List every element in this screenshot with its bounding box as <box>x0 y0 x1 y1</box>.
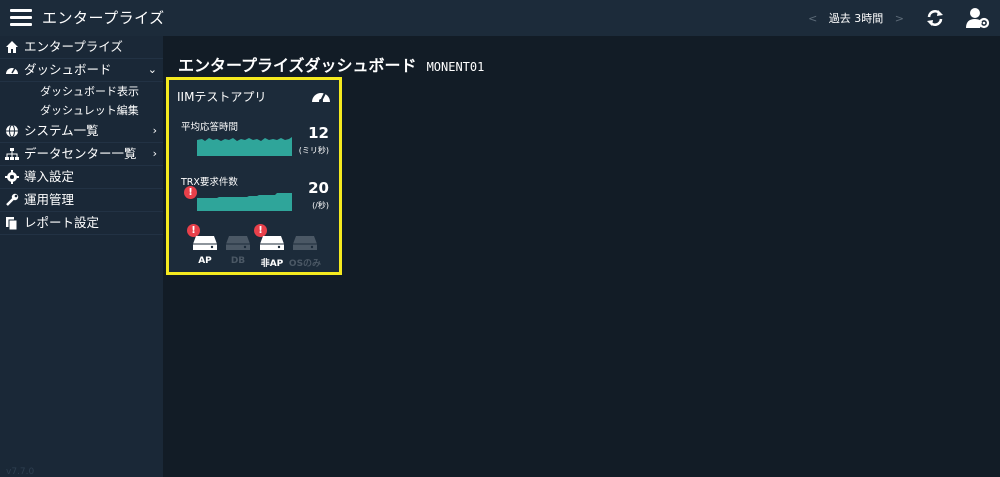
globe-icon <box>6 124 18 138</box>
db-server-icon[interactable] <box>226 234 250 252</box>
sidebar: エンタープライズ ダッシュボード ⌄ ダッシュボード表示 ダッシュレット編集 シ… <box>0 36 163 477</box>
copy-icon <box>6 217 18 230</box>
gauge-icon[interactable] <box>311 86 331 104</box>
chevron-right-icon: › <box>152 147 157 160</box>
gear-icon <box>5 170 19 184</box>
metric-label-response-time: 平均応答時間 <box>181 122 239 133</box>
sidebar-item-setup[interactable]: 導入設定 <box>0 166 163 189</box>
metric-unit-trx-count: (/秒) <box>312 201 329 210</box>
sidebar-item-label: システム一覧 <box>24 123 99 138</box>
menu-icon[interactable] <box>10 9 32 27</box>
time-range-selector[interactable]: < 過去 3時間 > <box>800 10 912 26</box>
page-title-text: エンタープライズダッシュボード <box>178 56 417 75</box>
next-range-icon[interactable]: > <box>895 12 904 25</box>
dashboard-icon <box>6 67 18 74</box>
top-bar: エンタープライズ < 過去 3時間 > <box>0 0 1000 36</box>
alert-icon[interactable]: ! <box>184 186 197 199</box>
server-label-non-ap: 非AP <box>260 259 284 269</box>
dashlet-card[interactable]: IIMテストアプリ 平均応答時間 12 (ミリ秒) TRX要求件数 ! 20 (… <box>166 77 342 275</box>
page-subtitle: MONENT01 <box>426 60 485 74</box>
server-label-os-only: OSのみ <box>288 259 322 269</box>
version-label: v7.7.0 <box>6 467 35 477</box>
sidebar-subitem-dashlet-edit[interactable]: ダッシュレット編集 <box>0 101 163 120</box>
sparkline-trx-count <box>197 193 292 211</box>
home-icon <box>6 41 18 53</box>
sidebar-item-system-list[interactable]: システム一覧 › <box>0 120 163 143</box>
dashlet-title: IIMテストアプリ <box>177 90 267 104</box>
sidebar-item-label: ダッシュボード <box>24 62 112 77</box>
sparkline-response-time <box>197 137 292 156</box>
sidebar-item-label: 運用管理 <box>24 192 75 207</box>
prev-range-icon[interactable]: < <box>808 12 817 25</box>
metric-unit-response-time: (ミリ秒) <box>298 146 329 155</box>
wrench-icon <box>6 193 19 206</box>
sidebar-item-label: データセンター一覧 <box>24 146 137 161</box>
user-settings-icon[interactable] <box>966 7 990 29</box>
non-ap-server-icon[interactable] <box>260 234 284 252</box>
sidebar-item-label: レポート設定 <box>24 215 100 230</box>
ap-server-icon[interactable] <box>193 234 217 252</box>
sidebar-item-dashboard[interactable]: ダッシュボード ⌄ <box>0 59 163 82</box>
os-only-server-icon[interactable] <box>293 234 317 252</box>
sidebar-item-enterprise[interactable]: エンタープライズ <box>0 36 163 59</box>
metric-value-trx-count: 20 <box>308 179 329 197</box>
sidebar-item-label: 導入設定 <box>24 169 75 184</box>
metric-value-response-time: 12 <box>308 124 329 142</box>
page-title: エンタープライズダッシュボード MONENT01 <box>178 52 484 76</box>
time-range-label: 過去 3時間 <box>828 12 884 25</box>
sidebar-item-datacenter-list[interactable]: データセンター一覧 › <box>0 143 163 166</box>
sidebar-item-report-settings[interactable]: レポート設定 <box>0 212 163 235</box>
refresh-icon[interactable] <box>925 8 945 28</box>
sitemap-icon <box>5 148 19 160</box>
chevron-down-icon: ⌄ <box>147 63 157 76</box>
sidebar-item-operations[interactable]: 運用管理 <box>0 189 163 212</box>
sidebar-item-label: エンタープライズ <box>24 39 123 54</box>
sidebar-subitem-dashboard-view[interactable]: ダッシュボード表示 <box>0 82 163 101</box>
server-label-db: DB <box>230 256 246 266</box>
chevron-right-icon: › <box>152 124 157 137</box>
server-label-ap: AP <box>198 256 212 266</box>
app-title: エンタープライズ <box>42 9 165 27</box>
